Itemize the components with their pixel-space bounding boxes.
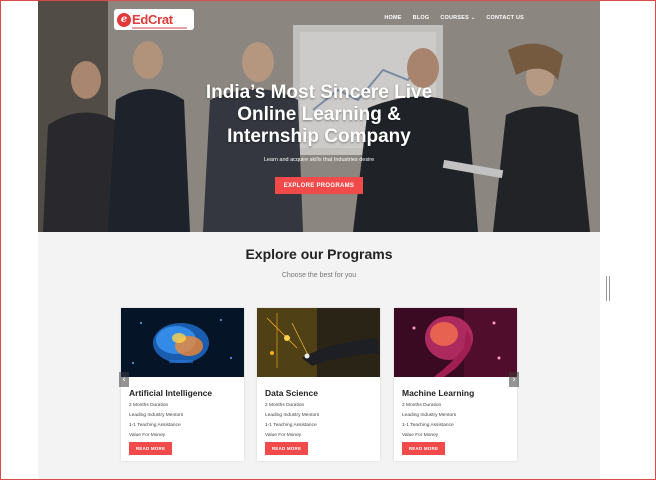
hero-title: India’s Most Sincere Live Online Learnin…	[38, 82, 600, 148]
program-title-machine-learning: Machine Learning	[402, 388, 475, 398]
menu-item-courses[interactable]: COURSES ⌄	[440, 15, 475, 21]
explore-programs-button[interactable]: EXPLORE PROGRAMS	[275, 177, 363, 194]
menu-item-blog[interactable]: BLOG	[413, 15, 430, 21]
menu-item-home[interactable]: HOME	[384, 15, 401, 21]
hero-banner: e EdCrat HOME BLOG COURSES ⌄ CONTACT US …	[38, 0, 600, 232]
feature-mentors: Leading Industry Mentors	[129, 413, 184, 418]
main-menu: HOME BLOG COURSES ⌄ CONTACT US	[384, 15, 524, 21]
menu-item-contact[interactable]: CONTACT US	[486, 15, 524, 21]
programs-section-subtitle: Choose the best for you	[281, 272, 357, 279]
feature-value: Value For Money	[402, 433, 439, 438]
feature-assistance: 1-1 Teaching Assistance	[129, 423, 181, 428]
menu-item-courses-label: COURSES	[440, 15, 469, 21]
program-features-data-science: 2 Months Duration Leading Industry Mento…	[265, 401, 319, 441]
program-image-data-science	[257, 308, 380, 377]
carousel-prev-arrow-icon[interactable]: ‹	[119, 372, 129, 387]
program-card-ai[interactable]: Artificial Intelligence 2 Months Duratio…	[121, 308, 244, 461]
scrollbar-handle[interactable]	[606, 276, 610, 301]
feature-assistance: 1-1 Teaching Assistance	[265, 423, 317, 428]
carousel-next-arrow-icon[interactable]: ›	[509, 372, 519, 387]
program-image-machine-learning	[394, 308, 517, 377]
chevron-down-icon: ⌄	[470, 15, 476, 21]
logo-mark-icon: e	[117, 12, 131, 27]
hero-title-line-3: Internship Company	[227, 126, 411, 147]
read-more-button-machine-learning[interactable]: READ MORE	[402, 442, 445, 455]
hero-title-line-1: India’s Most Sincere Live	[205, 82, 433, 103]
read-more-button-data-science[interactable]: READ MORE	[265, 442, 308, 455]
program-title-ai: Artificial Intelligence	[129, 388, 213, 398]
feature-value: Value For Money	[265, 433, 302, 438]
program-card-data-science[interactable]: Data Science 2 Months Duration Leading I…	[257, 308, 380, 461]
feature-duration: 2 Months Duration	[402, 403, 442, 408]
logo-tagline-strip	[132, 27, 187, 29]
page: e EdCrat HOME BLOG COURSES ⌄ CONTACT US …	[38, 0, 600, 480]
hero-subtitle: Learn and acquire skills that Industries…	[263, 157, 375, 163]
feature-value: Value For Money	[129, 433, 166, 438]
feature-mentors: Leading Industry Mentors	[265, 413, 320, 418]
programs-section-title: Explore our Programs	[245, 246, 393, 262]
program-card-machine-learning[interactable]: Machine Learning 2 Months Duration Leadi…	[394, 308, 517, 461]
program-features-ai: 2 Months Duration Leading Industry Mento…	[129, 401, 183, 441]
program-title-data-science: Data Science	[265, 388, 318, 398]
read-more-button-ai[interactable]: READ MORE	[129, 442, 172, 455]
logo-text: EdCrat	[132, 12, 173, 27]
feature-mentors: Leading Industry Mentors	[402, 413, 457, 418]
edcrat-logo[interactable]: e EdCrat	[114, 9, 194, 30]
feature-assistance: 1-1 Teaching Assistance	[402, 423, 454, 428]
top-navbar: e EdCrat HOME BLOG COURSES ⌄ CONTACT US	[38, 0, 600, 38]
program-image-ai	[121, 308, 244, 377]
feature-duration: 2 Months Duration	[265, 403, 305, 408]
feature-duration: 2 Months Duration	[129, 403, 169, 408]
program-features-machine-learning: 2 Months Duration Leading Industry Mento…	[402, 401, 456, 441]
hero-title-line-2: Online Learning &	[237, 104, 401, 125]
